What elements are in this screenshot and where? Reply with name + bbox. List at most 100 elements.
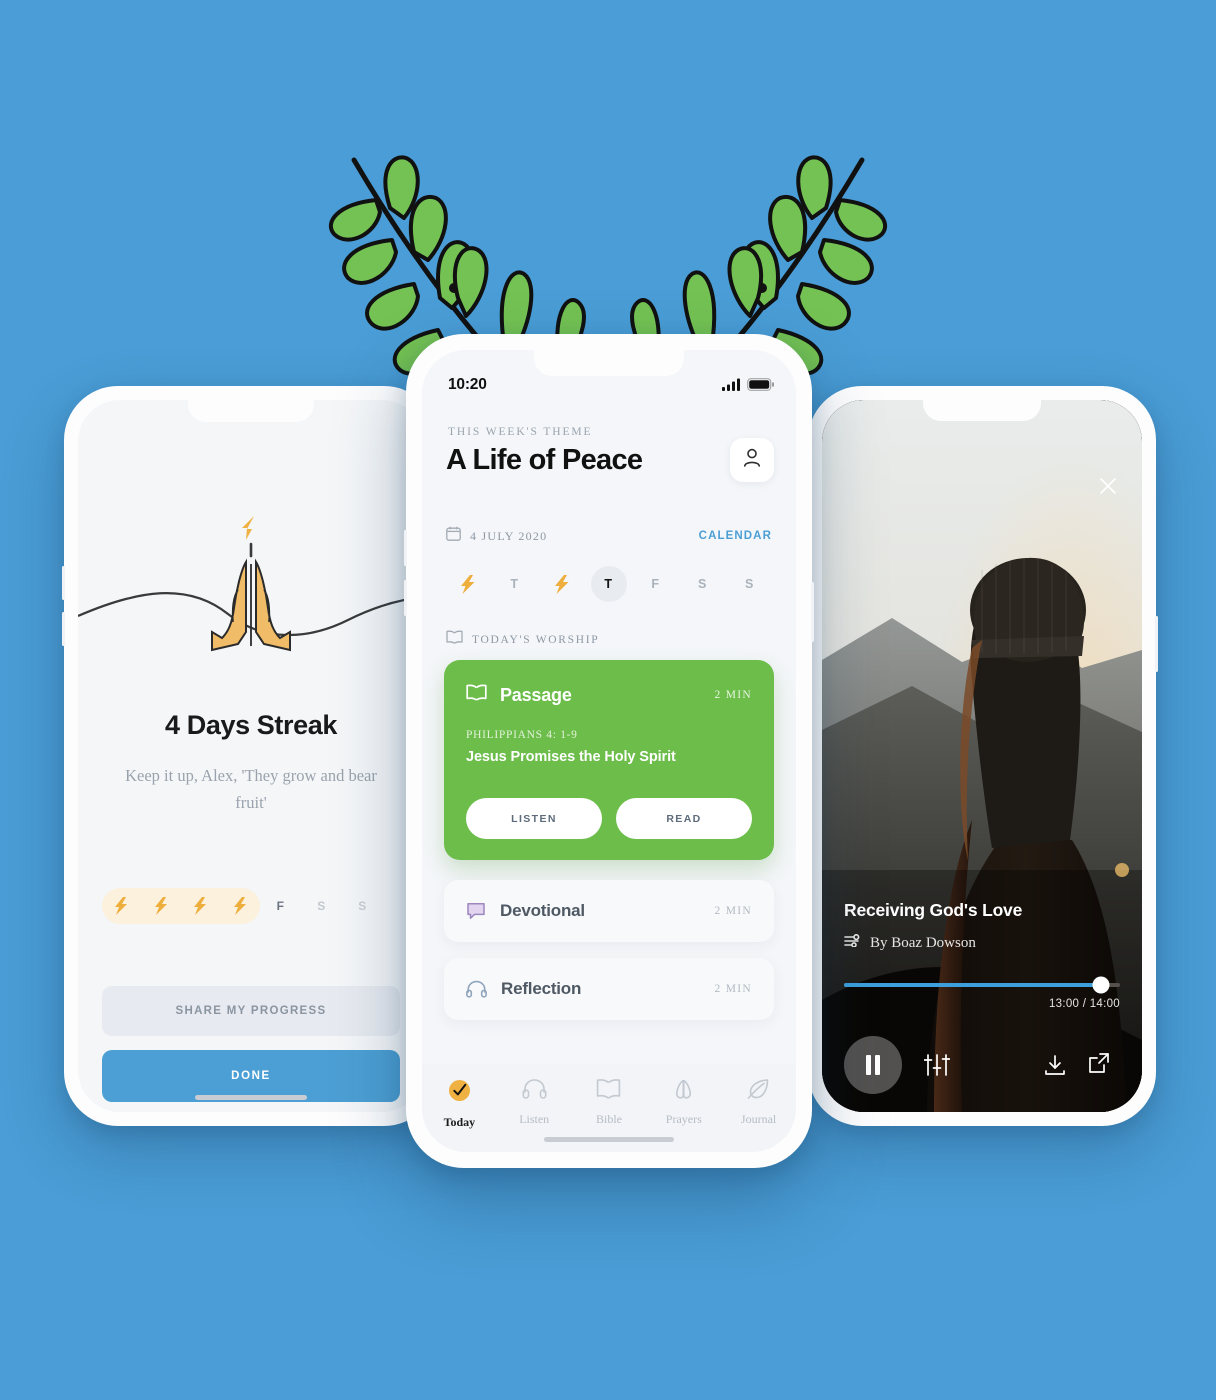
week-day-label: T [604,577,613,591]
passage-subtitle: Jesus Promises the Holy Spirit [466,749,676,765]
praying-hands-illustration [78,464,424,664]
read-button[interactable]: READ [616,798,752,839]
passage-duration: 2 MIN [714,689,752,701]
player-author-row: By Boaz Dowson [844,934,976,952]
listen-button[interactable]: LISTEN [466,798,602,839]
reflection-title: Reflection [501,979,582,998]
passage-reference: PHILIPPIANS 4: 1-9 [466,729,578,741]
week-day-label: T [510,577,519,591]
open-book-icon [596,1078,621,1105]
streak-day-bolt [181,888,221,924]
tab-label: Today [443,1115,476,1129]
passage-card[interactable]: Passage 2 MIN PHILIPPIANS 4: 1-9 Jesus P… [444,660,774,860]
notch [923,400,1041,421]
passage-card-header: Passage 2 MIN [466,684,752,706]
audio-progress-knob[interactable] [1092,976,1110,994]
tab-bible[interactable]: Bible [572,1078,647,1127]
close-icon[interactable] [1096,474,1120,498]
left-phone-screen: 4 Days Streak Keep it up, Alex, 'They gr… [78,400,424,1112]
power-button [1155,616,1158,672]
right-phone-screen: Receiving God's Love By Boaz Dowson 13:0… [822,400,1142,1112]
feather-pen-icon [746,1078,771,1105]
volume-button [62,612,65,646]
streak-day-label: S [358,899,367,913]
left-phone-frame: 4 Days Streak Keep it up, Alex, 'They gr… [62,386,438,1126]
headphones-icon [466,980,487,998]
week-day-f[interactable]: F [632,562,679,606]
tab-listen[interactable]: Listen [497,1078,572,1127]
streak-week-row: F S S [102,888,400,924]
poster-stage: 4 Days Streak Keep it up, Alex, 'They gr… [0,0,1216,1400]
week-day-today[interactable]: T [585,562,632,606]
week-day-label: S [745,577,754,591]
cellular-signal-icon [722,378,741,396]
reflection-row[interactable]: Reflection 2 MIN [444,958,774,1020]
streak-day-bolt [221,888,261,924]
week-day-s[interactable]: S [679,562,726,606]
power-button [811,582,814,642]
home-indicator [544,1137,674,1142]
volume-button [404,530,407,566]
week-day-t[interactable]: T [491,562,538,606]
week-day-bolt[interactable] [444,562,491,606]
devotional-title: Devotional [500,901,585,920]
reflection-duration: 2 MIN [714,983,752,995]
volume-button [62,566,65,600]
equalizer-button[interactable] [923,1052,951,1083]
share-progress-button[interactable]: SHARE MY PROGRESS [102,986,400,1036]
tab-label: Prayers [665,1112,702,1126]
headphones-icon [522,1078,547,1105]
current-date: 4 JULY 2020 [470,528,548,543]
tab-label: Journal [740,1112,777,1126]
audio-wave-icon [844,934,861,952]
open-book-icon [466,684,487,706]
status-icons [722,378,774,396]
pause-button[interactable] [844,1036,902,1094]
open-book-icon [446,630,463,649]
streak-day-bolt [102,888,142,924]
devotional-row[interactable]: Devotional 2 MIN [444,880,774,942]
calendar-icon [446,526,461,546]
section-header: TODAY'S WORSHIP [446,630,599,649]
speech-bubble-icon [466,902,486,920]
status-bar: 10:20 [422,376,796,402]
audio-time-display: 13:00 / 14:00 [1048,998,1120,1010]
theme-eyebrow: THIS WEEK'S THEME [448,426,593,438]
volume-button [404,580,407,616]
check-circle-icon [447,1078,472,1108]
page-title: A Life of Peace [446,444,643,476]
notch [188,400,314,422]
calendar-link[interactable]: CALENDAR [699,530,772,542]
week-day-label: F [651,577,660,591]
week-day-s[interactable]: S [726,562,773,606]
center-phone-screen: 10:20 THIS WEEK'S THEME A Life of Peace … [422,350,796,1152]
week-day-bolt[interactable] [538,562,585,606]
person-icon [741,447,763,474]
date-row: 4 JULY 2020 CALENDAR [446,525,772,547]
status-time: 10:20 [448,376,487,393]
share-button[interactable] [1088,1052,1110,1079]
player-author: By Boaz Dowson [870,934,976,951]
week-strip: T T F S S [444,562,774,606]
streak-day-label: F [276,899,285,913]
week-day-label: S [698,577,707,591]
streak-day-bolt [142,888,182,924]
right-phone-frame: Receiving God's Love By Boaz Dowson 13:0… [808,386,1158,1126]
streak-subtitle: Keep it up, Alex, 'They grow and bear fr… [125,766,377,812]
audio-progress-fill [844,983,1101,987]
notch [534,350,684,376]
praying-hands-icon [671,1078,696,1105]
tab-label: Listen [519,1112,550,1126]
streak-day-label: S [317,899,326,913]
tab-prayers[interactable]: Prayers [646,1078,721,1127]
center-phone-frame: 10:20 THIS WEEK'S THEME A Life of Peace … [404,334,814,1168]
streak-title: 4 Days Streak [165,710,337,740]
tab-journal[interactable]: Journal [721,1078,796,1127]
passage-title: Passage [500,684,572,705]
player-title: Receiving God's Love [844,900,1023,920]
profile-button[interactable] [730,438,774,482]
tab-today[interactable]: Today [422,1078,497,1130]
section-label: TODAY'S WORSHIP [472,633,600,646]
audio-progress-slider[interactable] [844,976,1120,994]
download-button[interactable] [1044,1054,1066,1081]
